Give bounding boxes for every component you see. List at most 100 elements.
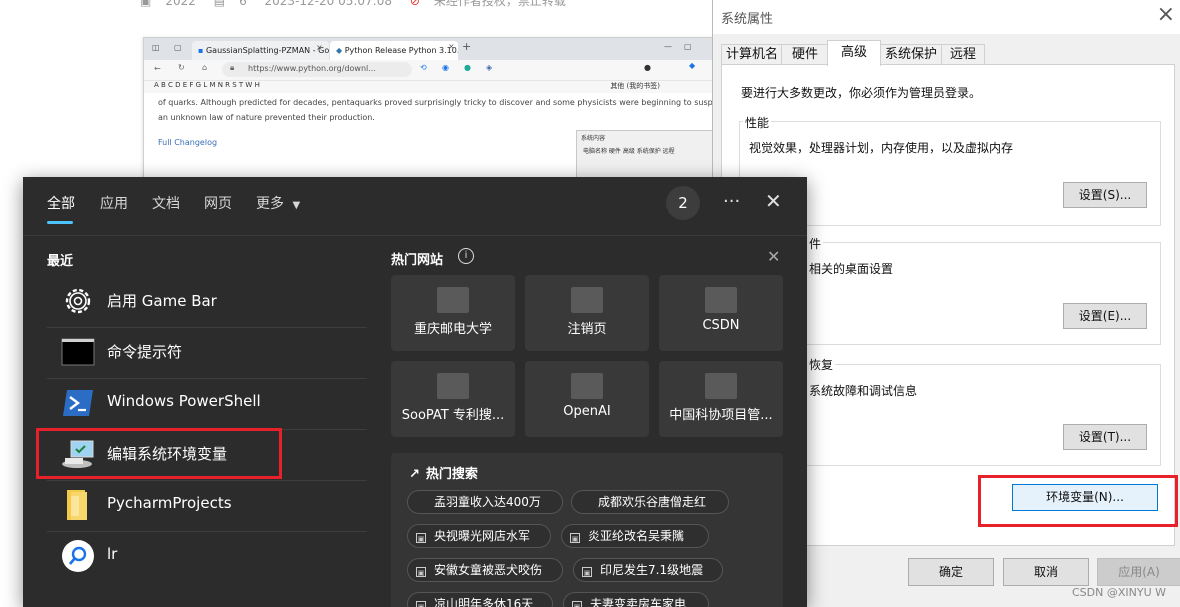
ok-button[interactable]: 确定 — [908, 558, 994, 586]
extension-icon[interactable]: ◉ — [442, 63, 449, 72]
hot-site-tile[interactable]: 重庆邮电大学 — [391, 275, 515, 351]
home-icon[interactable]: ⌂ — [202, 63, 207, 72]
minimize-icon[interactable]: — — [664, 42, 672, 51]
browser-window: ◫ ▢ ▪ GaussianSplatting-PZMAN - Goo × ◆ … — [143, 37, 713, 182]
hot-site-tile[interactable]: CSDN — [659, 275, 783, 351]
other-bookmarks[interactable]: 其他 (我的书签) — [610, 81, 660, 91]
search-flyout: 全部 应用 文档 网页 更多 ▼ 2 ··· ✕ 最近 启用 Game Bar … — [23, 177, 807, 607]
close-tab-icon[interactable]: × — [448, 42, 455, 51]
mini-system-dialog: 系统内容 电脑名称 硬件 高级 系统保护 远程 — [576, 130, 712, 181]
new-tab-icon[interactable]: + — [462, 40, 471, 53]
info-icon[interactable]: i — [458, 248, 474, 264]
recent-item-label: PycharmProjects — [107, 494, 232, 512]
profile-icon[interactable]: ● — [644, 63, 651, 72]
hot-search-pill[interactable]: 成都欢乐谷唐僧走红 — [571, 490, 729, 514]
site-favicon-icon — [437, 373, 469, 399]
meta-year: 2022 — [165, 0, 196, 8]
url-input[interactable]: 🔒︎ https://www.python.org/downl... — [222, 62, 412, 77]
bookmark-folders[interactable]: A B C D E F G L M N R S T W H — [154, 81, 260, 89]
forbid-icon: ⊘ — [409, 0, 420, 8]
recent-item[interactable]: 启用 Game Bar — [47, 276, 367, 328]
hot-search-pill[interactable]: ▣ 凉山明年多休16天 — [407, 592, 553, 607]
video-icon: ▣ — [140, 0, 152, 8]
hot-search-pill[interactable]: 孟羽童收入达400万 — [407, 490, 563, 514]
site-favicon-icon — [571, 373, 603, 399]
news-image-icon: ▣ — [582, 567, 592, 577]
dialog-titlebar: 系统属性 × — [713, 0, 1180, 34]
close-icon[interactable]: ✕ — [765, 189, 782, 213]
active-tab-indicator — [47, 221, 73, 224]
back-icon[interactable]: ← — [154, 64, 161, 73]
browser-tab-2[interactable]: ◆ Python Release Python 3.10.6 | P — [330, 41, 458, 60]
hot-site-tile[interactable]: SooPAT 专利搜... — [391, 361, 515, 437]
tab-all[interactable]: 全部 — [47, 193, 75, 213]
recent-item-label: 启用 Game Bar — [107, 292, 217, 310]
python-favicon-icon: ◆ — [336, 46, 343, 55]
tab-web[interactable]: 网页 — [204, 193, 232, 213]
hot-search-pill[interactable]: ▣ 安徽女童被恶犬咬伤 — [407, 558, 563, 582]
hot-search-pill[interactable]: ▣ 炎亚纶改名吴秉隲 — [561, 524, 709, 548]
site-favicon-icon — [705, 287, 737, 313]
recent-item[interactable]: Windows PowerShell — [47, 378, 367, 430]
refresh-icon[interactable]: ↻ — [178, 63, 185, 72]
close-tab-icon[interactable]: × — [316, 43, 323, 52]
user-profiles-settings-button[interactable]: 设置(E)... — [1063, 303, 1147, 329]
hot-site-tile[interactable]: OpenAI — [525, 361, 649, 437]
recent-item[interactable]: 命令提示符 — [47, 327, 367, 379]
meta-date: 2023-12-20 05:07:08 — [264, 0, 392, 8]
recent-title: 最近 — [47, 254, 74, 269]
startup-recovery-settings-button[interactable]: 设置(T)... — [1063, 424, 1147, 450]
tab-advanced[interactable]: 高级 — [827, 40, 881, 66]
hot-search-panel: ↗ 热门搜索 孟羽童收入达400万 成都欢乐谷唐僧走红 ▣ 央视曝光网店水军 ▣ 炎亚… — [391, 453, 783, 607]
site-favicon-icon — [571, 287, 603, 313]
maximize-icon[interactable]: ▢ — [684, 42, 692, 51]
tab-hardware[interactable]: 硬件 — [781, 44, 829, 65]
trending-icon: ↗ — [409, 467, 420, 482]
search-icon — [62, 540, 94, 572]
apply-button[interactable]: 应用(A) — [1097, 558, 1180, 586]
startup-recovery-desc: 系统故障和调试信息 — [809, 384, 918, 398]
hot-search-pill[interactable]: ▣ 印尼发生7.1级地震 — [573, 558, 723, 582]
tab-computer-name[interactable]: 计算机名 — [721, 44, 783, 65]
performance-label: 性能 — [743, 114, 772, 131]
cancel-button[interactable]: 取消 — [1003, 558, 1089, 586]
tab-favicon-icon: ▪ — [198, 46, 204, 55]
user-profiles-desc: 相关的桌面设置 — [809, 262, 894, 276]
tab-remote[interactable]: 远程 — [941, 44, 985, 65]
tab-documents[interactable]: 文档 — [152, 193, 180, 213]
bookmarks-bar: A B C D E F G L M N R S T W H 其他 (我的书签) — [144, 81, 712, 93]
browser-urlbar: ← ↻ ⌂ 🔒︎ https://www.python.org/downl...… — [144, 60, 712, 81]
tab-list-icon[interactable]: ▢ — [174, 43, 182, 52]
meta-copyright: 未经作者授权，禁止转载 — [433, 0, 566, 8]
more-options-icon[interactable]: ··· — [723, 191, 740, 212]
extension-icon[interactable]: ● — [464, 63, 471, 72]
extension-icon[interactable]: ⟲ — [420, 63, 427, 72]
hot-search-pill[interactable]: ▣ 央视曝光网店水军 — [407, 524, 551, 548]
dialog-title: 系统属性 — [721, 12, 774, 27]
news-image-icon: ▣ — [416, 601, 426, 607]
recent-item-label: lr — [107, 545, 118, 563]
hot-site-tile[interactable]: 中国科协项目管... — [659, 361, 783, 437]
terminal-icon — [61, 338, 95, 366]
recent-item[interactable]: lr — [47, 531, 367, 582]
caret-down-icon: ▼ — [292, 200, 301, 211]
close-icon[interactable]: ✕ — [767, 247, 780, 266]
copilot-icon[interactable]: ◆ — [689, 61, 695, 70]
tab-apps[interactable]: 应用 — [100, 193, 128, 213]
workspace-icon[interactable]: ◫ — [152, 43, 160, 52]
performance-settings-button[interactable]: 设置(S)... — [1063, 182, 1147, 208]
hot-search-pill[interactable]: ▣ 夫妻变卖房车家电 — [563, 592, 709, 607]
close-icon[interactable]: × — [1157, 2, 1175, 27]
browser-tab-1[interactable]: ▪ GaussianSplatting-PZMAN - Goo — [192, 41, 329, 60]
page-text-2: an unknown law of nature prevented their… — [158, 113, 375, 122]
rewards-badge[interactable]: 2 — [666, 186, 700, 220]
hot-site-tile[interactable]: 注销页 — [525, 275, 649, 351]
hot-sites-title: 热门网站 — [391, 253, 444, 268]
user-profiles-label: 件 — [807, 235, 824, 252]
meta-count: 6 — [239, 0, 247, 8]
tab-more[interactable]: 更多 ▼ — [256, 193, 300, 213]
recent-item[interactable]: PycharmProjects — [47, 480, 367, 532]
tab-system-protection[interactable]: 系统保护 — [879, 44, 943, 65]
news-image-icon: ▣ — [570, 533, 580, 543]
extension-icon[interactable]: ◈ — [486, 63, 492, 72]
